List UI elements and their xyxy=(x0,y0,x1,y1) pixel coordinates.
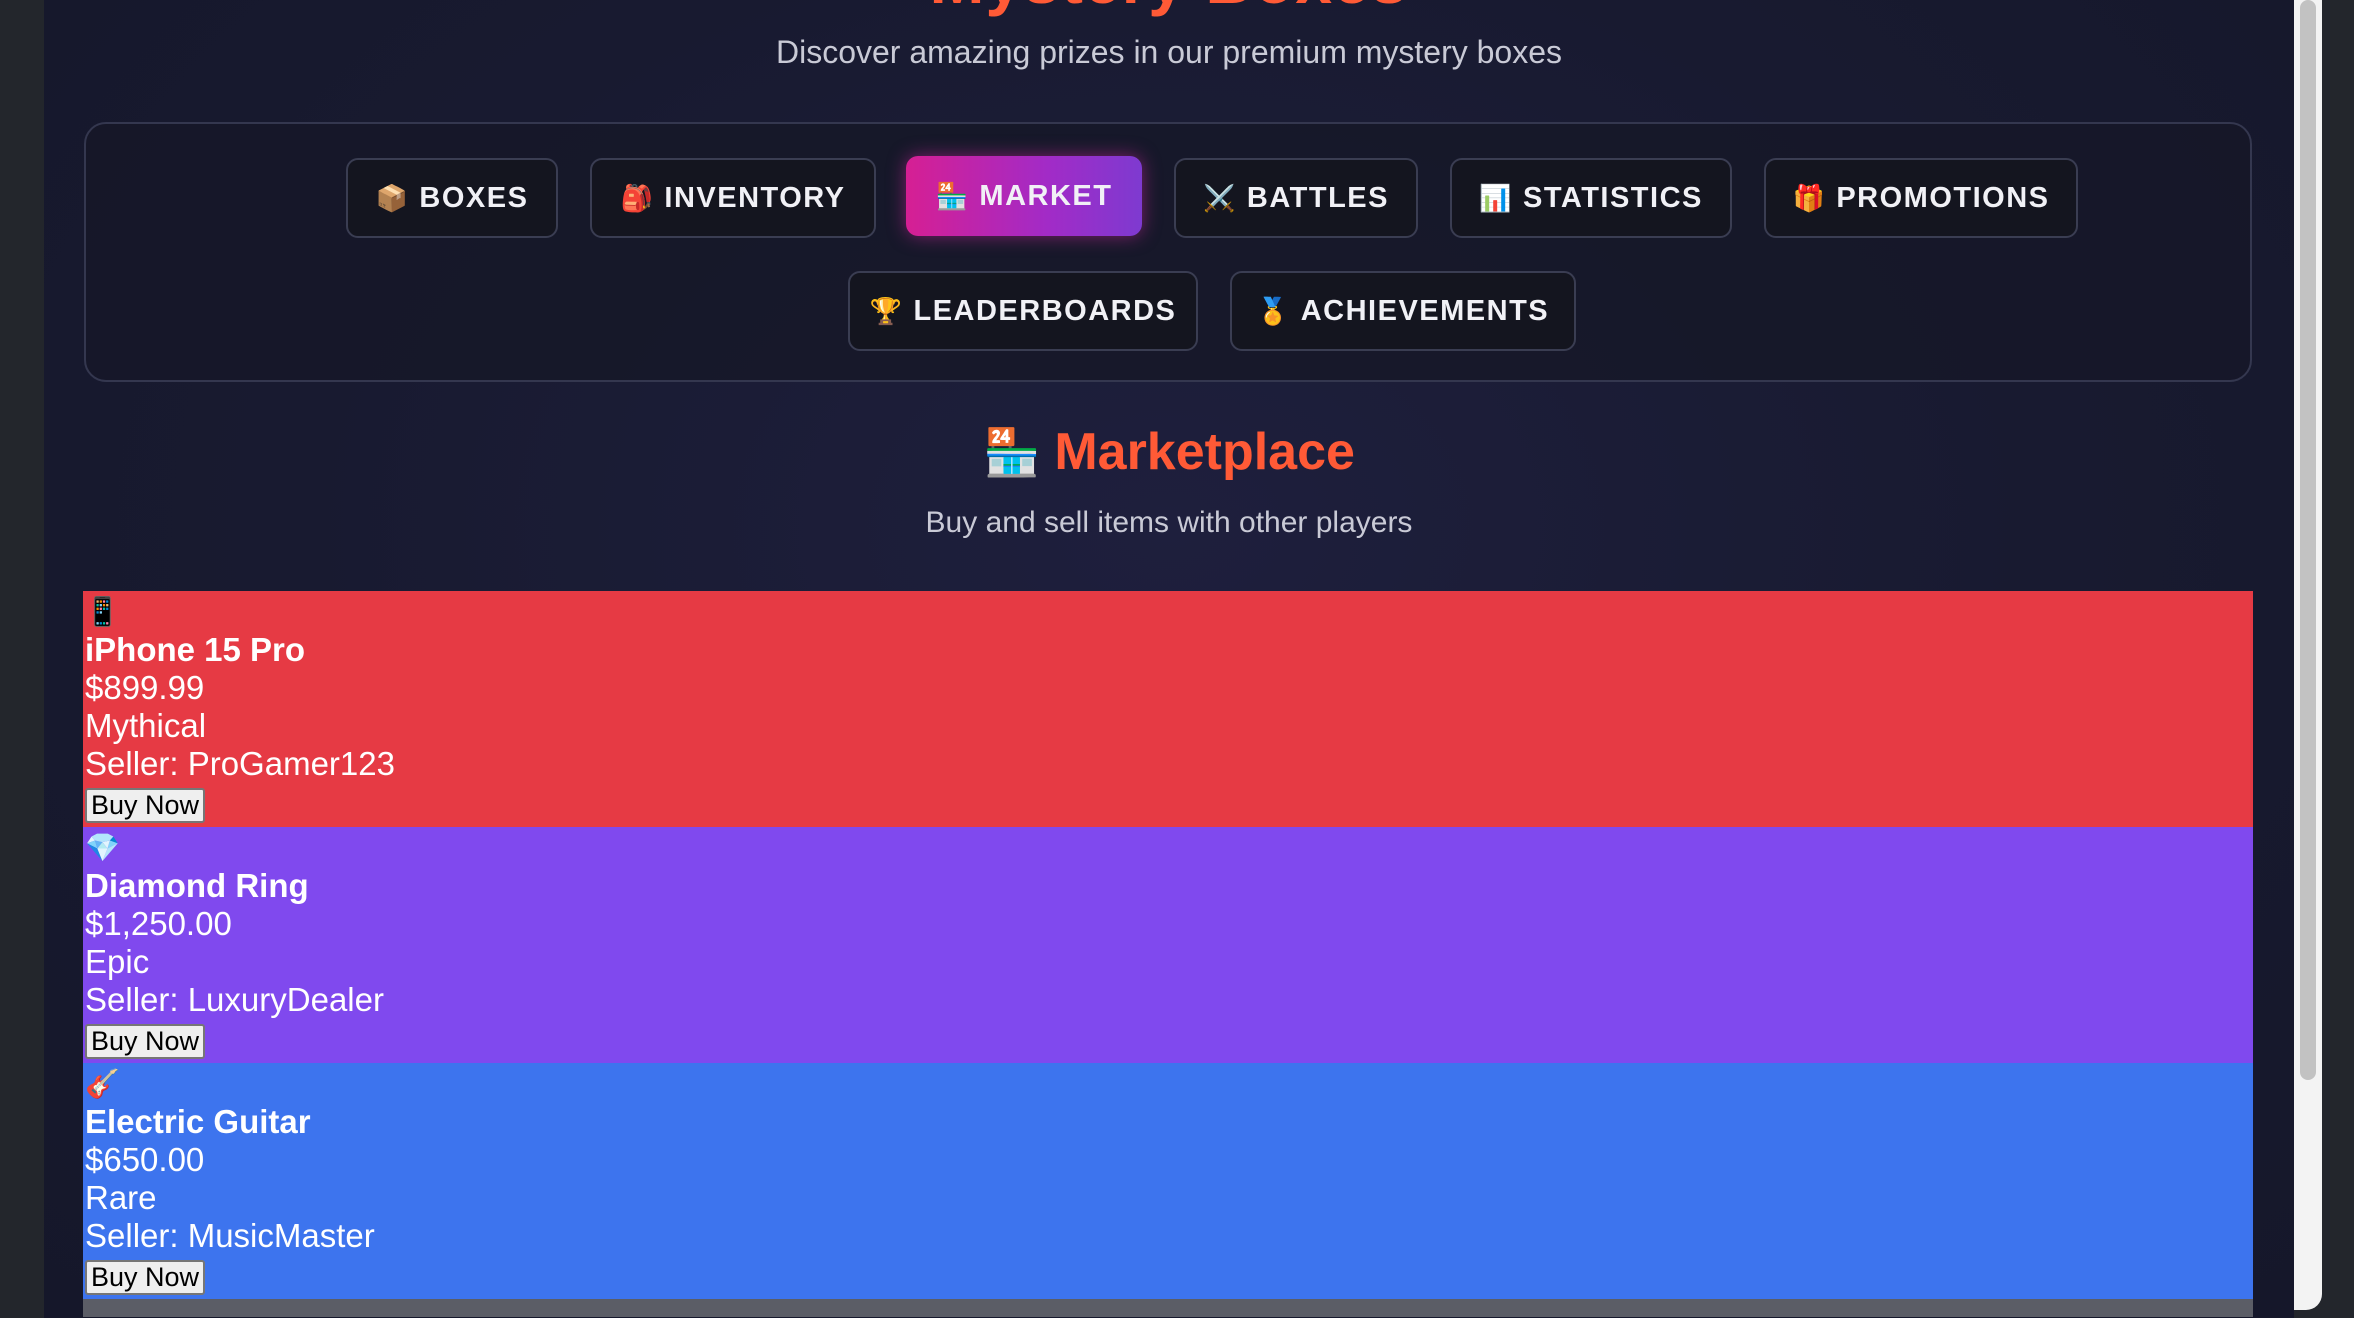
listing-seller: Seller: MusicMaster xyxy=(85,1217,375,1254)
listing-rarity: Epic xyxy=(85,943,150,980)
window-edge xyxy=(2322,0,2354,1318)
listing-item: 💎 Diamond Ring $1,250.00 Epic Seller: Lu… xyxy=(83,827,2253,1063)
nav-battles-button[interactable]: ⚔️ BATTLES xyxy=(1174,158,1418,238)
gift-icon: 🎁 xyxy=(1792,183,1827,213)
listings: 📱 iPhone 15 Pro $899.99 Mythical Seller:… xyxy=(83,591,2253,1317)
nav-leaderboards-button[interactable]: 🏆 LEADERBOARDS xyxy=(848,271,1198,351)
scrollbar-thumb[interactable] xyxy=(2300,0,2316,1080)
buy-now-button[interactable]: Buy Now xyxy=(85,1024,206,1059)
nav-boxes-label: BOXES xyxy=(419,181,529,214)
nav-inventory-label: INVENTORY xyxy=(664,181,846,214)
nav-inventory-button[interactable]: 🎒 INVENTORY xyxy=(590,158,876,238)
medal-icon: 🏅 xyxy=(1256,296,1291,326)
nav-achievements-label: ACHIEVEMENTS xyxy=(1300,294,1550,327)
scrollbar[interactable] xyxy=(2294,0,2322,1310)
phone-icon: 📱 xyxy=(85,596,120,627)
crossed-swords-icon: ⚔️ xyxy=(1203,183,1237,213)
buy-now-button[interactable]: Buy Now xyxy=(85,788,206,823)
section-subtitle: Buy and sell items with other players xyxy=(925,506,1413,539)
nav-leaderboards-label: LEADERBOARDS xyxy=(913,294,1177,327)
nav-market-button[interactable]: 🏪 MARKET xyxy=(906,156,1142,236)
listing-item-partial xyxy=(83,1299,2253,1317)
section-title: 🏪 Marketplace xyxy=(44,422,2294,482)
listing-price: $1,250.00 xyxy=(85,905,232,942)
diamond-icon: 💎 xyxy=(85,832,120,863)
page-subtitle: Discover amazing prizes in our premium m… xyxy=(775,34,1563,70)
listing-item: 📱 iPhone 15 Pro $899.99 Mythical Seller:… xyxy=(83,591,2253,827)
bar-chart-icon: 📊 xyxy=(1479,183,1513,213)
page-title: Mystery Boxes xyxy=(44,0,2294,18)
nav-achievements-button[interactable]: 🏅 ACHIEVEMENTS xyxy=(1230,271,1576,351)
trophy-icon: 🏆 xyxy=(869,296,904,326)
listing-rarity: Rare xyxy=(85,1179,157,1216)
listing-name: Diamond Ring xyxy=(85,867,309,904)
nav-battles-label: BATTLES xyxy=(1246,181,1389,214)
nav-statistics-label: STATISTICS xyxy=(1523,181,1703,214)
nav-statistics-button[interactable]: 📊 STATISTICS xyxy=(1450,158,1732,238)
store-icon: 🏪 xyxy=(983,425,1041,478)
backpack-icon: 🎒 xyxy=(620,183,655,213)
section-title-text: Marketplace xyxy=(1054,423,1355,481)
nav-promotions-button[interactable]: 🎁 PROMOTIONS xyxy=(1764,158,2078,238)
listing-seller: Seller: LuxuryDealer xyxy=(85,981,384,1018)
browser-viewport: Mystery Boxes Discover amazing prizes in… xyxy=(0,0,2354,1318)
listing-name: Electric Guitar xyxy=(85,1103,311,1140)
listing-name: iPhone 15 Pro xyxy=(85,631,306,668)
nav-promotions-label: PROMOTIONS xyxy=(1836,181,2050,214)
store-icon: 🏪 xyxy=(935,181,970,211)
guitar-icon: 🎸 xyxy=(85,1068,120,1099)
nav-market-label: MARKET xyxy=(979,179,1113,212)
listing-seller: Seller: ProGamer123 xyxy=(85,745,395,782)
nav-panel: 📦 BOXES 🎒 INVENTORY 🏪 MARKET ⚔️ BATTLES … xyxy=(84,122,2252,382)
package-icon: 📦 xyxy=(375,183,410,213)
listing-price: $899.99 xyxy=(85,669,205,706)
buy-now-button[interactable]: Buy Now xyxy=(85,1260,206,1295)
listing-item: 🎸 Electric Guitar $650.00 Rare Seller: M… xyxy=(83,1063,2253,1299)
listing-price: $650.00 xyxy=(85,1141,205,1178)
page: Mystery Boxes Discover amazing prizes in… xyxy=(44,0,2294,1318)
listing-rarity: Mythical xyxy=(85,707,207,744)
nav-boxes-button[interactable]: 📦 BOXES xyxy=(346,158,558,238)
